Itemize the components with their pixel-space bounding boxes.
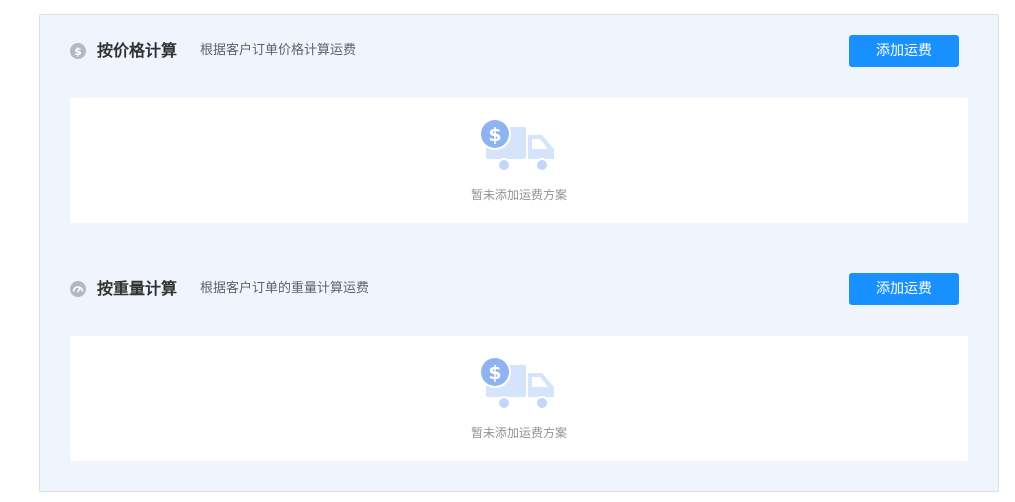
svg-text:$: $ [488,362,501,384]
empty-state-text: 暂未添加运费方案 [470,188,567,202]
delivery-truck-dollar-icon: $ [479,356,554,410]
add-fee-button[interactable]: 添加运费 [849,35,959,67]
weight-gauge-icon [70,281,86,297]
section-header: 按重量计算 根据客户订单的重量计算运费 添加运费 [40,273,998,305]
section-description: 根据客户订单的重量计算运费 [200,281,370,296]
section-description: 根据客户订单价格计算运费 [200,43,357,58]
section-title: 按价格计算 [97,41,178,60]
shipping-fee-panel: $ 按价格计算 根据客户订单价格计算运费 添加运费 $ 暂未添加运费方案 按重量… [39,14,999,492]
empty-state: $ 暂未添加运费方案 [70,98,968,223]
svg-text:$: $ [74,45,82,58]
delivery-truck-dollar-icon: $ [479,118,554,172]
section-header: $ 按价格计算 根据客户订单价格计算运费 添加运费 [40,35,998,67]
svg-text:$: $ [488,124,501,146]
empty-state-text: 暂未添加运费方案 [470,426,567,440]
add-fee-button[interactable]: 添加运费 [849,273,959,305]
dollar-coin-icon: $ [70,43,86,59]
section-title: 按重量计算 [97,279,178,298]
empty-state: $ 暂未添加运费方案 [70,336,968,461]
